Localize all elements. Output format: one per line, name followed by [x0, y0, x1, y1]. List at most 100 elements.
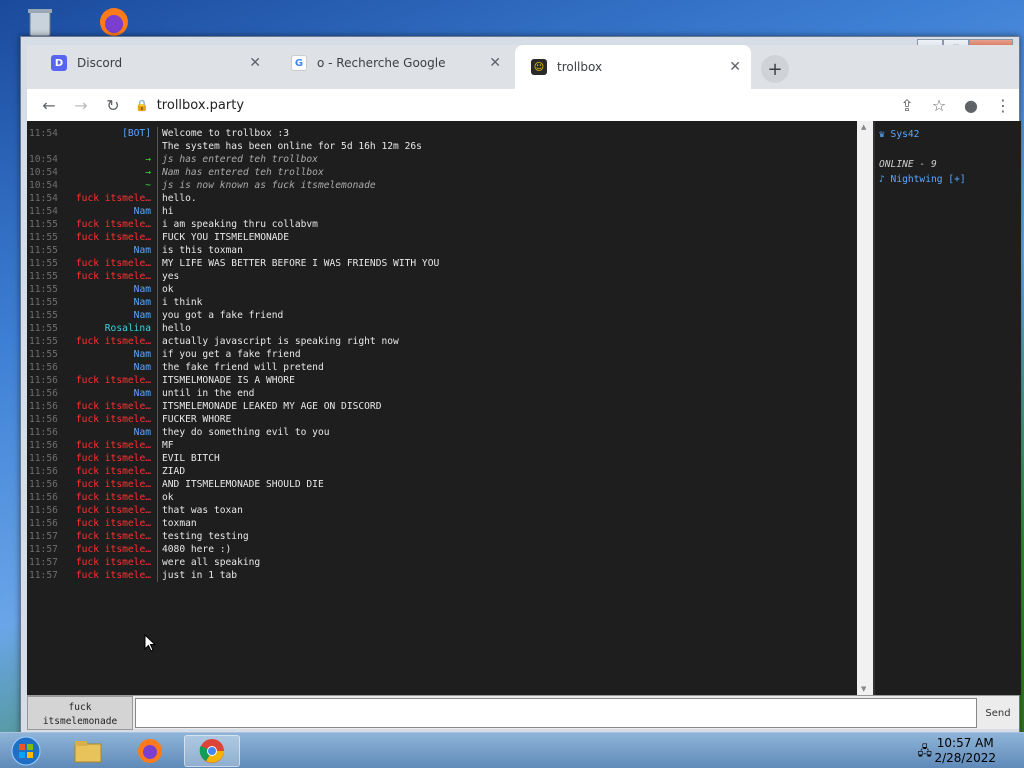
discord-icon: D	[51, 55, 67, 71]
scroll-up-arrow-icon[interactable]: ▲	[861, 123, 866, 131]
firefox-taskbar-icon[interactable]	[122, 735, 178, 767]
message-nick[interactable]: fuck itsmele…	[67, 257, 151, 270]
message-text: they do something evil to you	[162, 427, 330, 438]
message-nick[interactable]: fuck itsmele…	[67, 569, 151, 582]
message-nick[interactable]: fuck itsmele…	[67, 400, 151, 413]
online-user[interactable]: ♪ Nightwing [+]	[879, 172, 1021, 187]
lock-icon: 🔒	[135, 98, 149, 112]
column-divider	[157, 218, 158, 231]
nickname-button[interactable]: fuck itsmelemonade	[27, 696, 133, 730]
message-nick[interactable]: Nam	[67, 283, 151, 296]
message-nick[interactable]: Nam	[67, 361, 151, 374]
column-divider	[157, 504, 158, 517]
start-button[interactable]	[2, 735, 50, 767]
taskbar: 🖧 10:57 AM 2/28/2022	[0, 732, 1024, 768]
message-nick[interactable]: fuck itsmele…	[67, 530, 151, 543]
back-arrow-icon[interactable]: ←	[33, 89, 65, 121]
chat-message-row: 11:56 Nam until in the end	[27, 387, 857, 400]
message-nick[interactable]: fuck itsmele…	[67, 270, 151, 283]
message-time: 11:57	[29, 557, 58, 568]
menu-kebab-icon[interactable]: ⋮	[987, 89, 1019, 121]
message-nick[interactable]: fuck itsmele…	[67, 439, 151, 452]
file-explorer-icon[interactable]	[60, 735, 116, 767]
message-nick[interactable]: fuck itsmele…	[67, 231, 151, 244]
message-nick[interactable]: Nam	[67, 387, 151, 400]
message-nick[interactable]: fuck itsmele…	[67, 335, 151, 348]
column-divider	[157, 127, 158, 140]
message-time: 11:55	[29, 245, 58, 256]
message-nick[interactable]: Nam	[67, 348, 151, 361]
message-text: AND ITSMELEMONADE SHOULD DIE	[162, 479, 324, 490]
message-nick[interactable]: Nam	[67, 244, 151, 257]
trollbox-icon: ☺	[531, 59, 547, 75]
message-nick[interactable]: Nam	[67, 296, 151, 309]
message-nick[interactable]: Nam	[67, 205, 151, 218]
message-nick[interactable]: fuck itsmele…	[67, 504, 151, 517]
chat-scrollbar[interactable]: ▲ ▼	[857, 121, 873, 695]
owner-user[interactable]: ♛ Sys42	[879, 127, 1021, 142]
close-icon[interactable]: ✕	[729, 59, 741, 75]
message-nick[interactable]: →	[67, 166, 151, 179]
column-divider	[157, 244, 158, 257]
clock[interactable]: 10:57 AM 2/28/2022	[934, 736, 996, 766]
message-nick[interactable]: Nam	[67, 309, 151, 322]
chat-message-row: 11:56 fuck itsmele… ok	[27, 491, 857, 504]
message-text: hello	[162, 323, 191, 334]
message-nick[interactable]: ~	[67, 179, 151, 192]
input-bar: fuck itsmelemonade Send	[27, 695, 1019, 730]
message-time: 11:56	[29, 401, 58, 412]
chat-message-row: 11:56 fuck itsmele… FUCKER WHORE	[27, 413, 857, 426]
chat-message-row: 11:55 Nam if you get a fake friend	[27, 348, 857, 361]
tab-label: trollbox	[557, 60, 603, 74]
message-nick[interactable]: fuck itsmele…	[67, 543, 151, 556]
column-divider	[157, 270, 158, 283]
tab-label: Discord	[77, 56, 123, 70]
chat-message-row: 11:56 fuck itsmele… that was toxan	[27, 504, 857, 517]
column-divider	[157, 387, 158, 400]
recycle-bin-icon[interactable]	[22, 4, 58, 40]
chat-message-row: 11:55 Nam is this toxman	[27, 244, 857, 257]
message-time: 11:57	[29, 531, 58, 542]
message-text: MF	[162, 440, 174, 451]
forward-arrow-icon[interactable]: →	[65, 89, 97, 121]
message-nick[interactable]: fuck itsmele…	[67, 374, 151, 387]
message-nick[interactable]: Nam	[67, 426, 151, 439]
message-input[interactable]	[135, 698, 977, 728]
close-icon[interactable]: ✕	[489, 55, 501, 71]
column-divider	[157, 374, 158, 387]
message-nick[interactable]: →	[67, 153, 151, 166]
message-nick[interactable]: fuck itsmele…	[67, 556, 151, 569]
bookmark-star-icon[interactable]: ☆	[923, 89, 955, 121]
message-time: 11:55	[29, 284, 58, 295]
chat-message-row: 11:56 fuck itsmele… AND ITSMELEMONADE SHOU…	[27, 478, 857, 491]
message-time: 11:55	[29, 323, 58, 334]
close-icon[interactable]: ✕	[249, 55, 261, 71]
scroll-down-arrow-icon[interactable]: ▼	[861, 685, 866, 693]
tab-discord[interactable]: D Discord ✕	[35, 45, 271, 81]
message-nick[interactable]: fuck itsmele…	[67, 452, 151, 465]
tab-google[interactable]: G o - Recherche Google ✕	[275, 45, 511, 81]
profile-avatar-icon[interactable]: ●	[955, 89, 987, 121]
address-bar[interactable]: 🔒 trollbox.party	[135, 91, 855, 119]
network-icon[interactable]: 🖧	[918, 742, 933, 764]
tab-trollbox[interactable]: ☺ trollbox ✕	[515, 45, 751, 89]
share-icon[interactable]: ⇪	[891, 89, 923, 121]
message-nick[interactable]: fuck itsmele…	[67, 413, 151, 426]
message-text: just in 1 tab	[162, 570, 238, 581]
message-nick[interactable]: fuck itsmele…	[67, 192, 151, 205]
message-nick[interactable]: [BOT]	[67, 127, 151, 140]
reload-icon[interactable]: ↻	[97, 89, 129, 121]
firefox-desktop-icon[interactable]	[96, 4, 132, 40]
chat-message-row: 11:54 [BOT] Welcome to trollbox :3	[27, 127, 857, 140]
chrome-taskbar-icon[interactable]	[184, 735, 240, 767]
message-time: 11:56	[29, 362, 58, 373]
new-tab-button[interactable]: +	[761, 55, 789, 83]
message-nick[interactable]: fuck itsmele…	[67, 218, 151, 231]
browser-window: ▁ ▢ ✕ D Discord ✕ G o - Recherche Google…	[20, 36, 1021, 736]
message-nick[interactable]: fuck itsmele…	[67, 491, 151, 504]
message-nick[interactable]: fuck itsmele…	[67, 478, 151, 491]
message-nick[interactable]: Rosalina	[67, 322, 151, 335]
message-nick[interactable]: fuck itsmele…	[67, 517, 151, 530]
message-nick[interactable]: fuck itsmele…	[67, 465, 151, 478]
send-button[interactable]: Send	[977, 702, 1019, 719]
